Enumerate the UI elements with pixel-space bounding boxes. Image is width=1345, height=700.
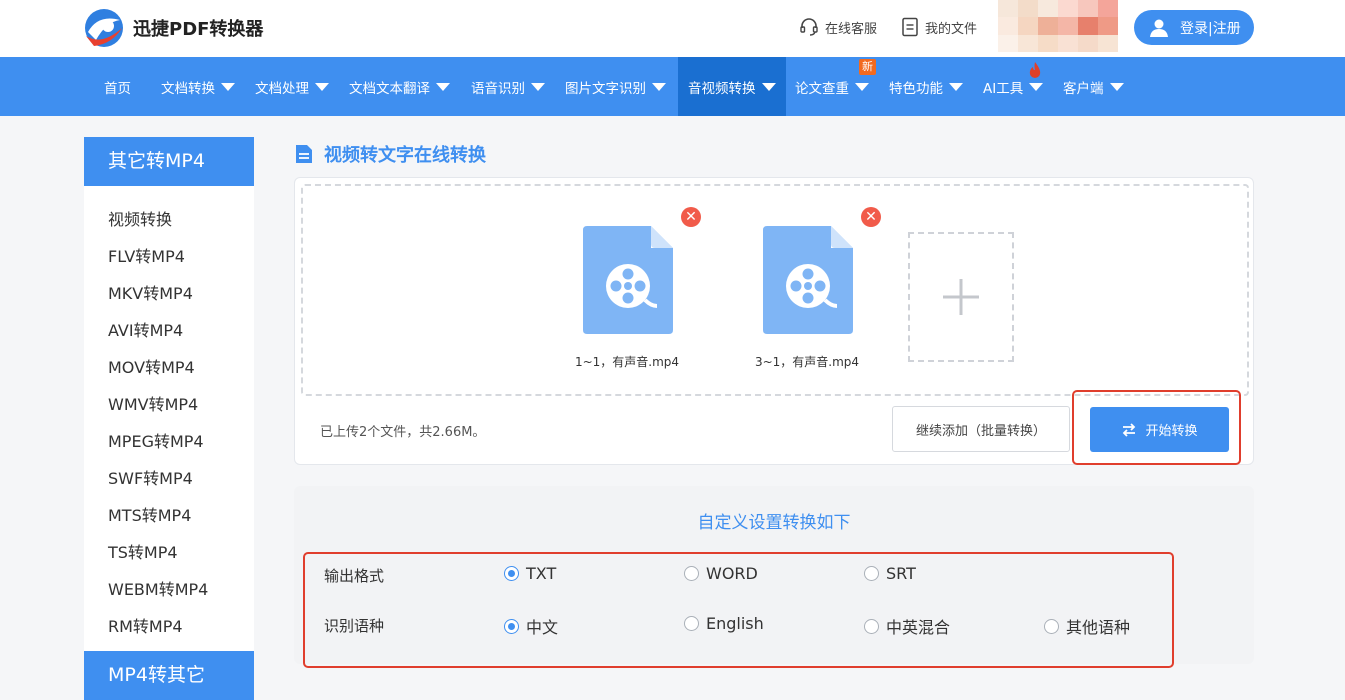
plus-icon [943,279,979,315]
nav-item-speech-recognition[interactable]: 语音识别 [471,57,545,116]
nav-item-label: 特色功能 [889,80,943,97]
delete-file-icon[interactable]: ✕ [681,207,701,227]
headset-icon [800,18,818,36]
add-file-button[interactable] [908,232,1014,362]
nav-item-label: AI工具 [983,80,1024,97]
nav-item-label: 文档处理 [255,80,309,97]
nav-item-featured[interactable]: 特色功能 [889,57,963,116]
file-card[interactable]: 1~1，有声音.mp4 [557,226,697,369]
file-name: 1~1，有声音.mp4 [574,355,680,369]
online-service-link[interactable]: 在线客服 [799,17,877,37]
sidebar-item-mpeg-mp4[interactable]: MPEG转MP4 [108,428,204,452]
highlight-box [303,552,1174,668]
video-file-icon [763,226,853,334]
upload-status: 已上传2个文件，共2.66M。 [320,425,486,440]
my-files-label: 我的文件 [925,21,978,37]
file-name: 3~1，有声音.mp4 [754,355,860,369]
nav-item-doc-translate[interactable]: 文档文本翻译 [349,57,450,116]
nav-item-label: 音视频转换 [688,80,756,97]
nav-item-home[interactable]: 首页 [104,57,131,116]
nav-item-label: 语音识别 [471,80,525,97]
sidebar-item-mts-mp4[interactable]: MTS转MP4 [108,502,191,526]
page-title-text: 视频转文字在线转换 [324,145,486,166]
document-icon [296,145,312,163]
caret-down-icon [761,82,776,91]
online-service-label: 在线客服 [825,21,878,37]
caret-down-icon [652,82,666,91]
fire-icon [1029,62,1041,78]
brand-logo-icon[interactable] [82,6,126,50]
sidebar-item-video-convert[interactable]: 视频转换 [108,206,172,230]
caret-down-icon [1109,82,1124,91]
sidebar-list: 视频转换 FLV转MP4 MKV转MP4 AVI转MP4 MOV转MP4 WMV… [84,186,254,651]
caret-down-icon [436,82,450,91]
caret-down-icon [221,82,235,91]
nav-item-plagiarism-check[interactable]: 论文查重 [795,57,869,116]
sidebar-heading: 其它转MP4 [84,137,254,186]
caret-down-icon [855,82,869,91]
sidebar-item-mkv-mp4[interactable]: MKV转MP4 [108,280,193,304]
settings-title: 自定义设置转换如下 [697,513,851,533]
nav-item-label: 首页 [104,80,131,97]
highlight-box [1072,390,1241,465]
new-badge: 新 [859,59,876,75]
nav-item-doc-process[interactable]: 文档处理 [255,57,329,116]
caret-down-icon [1029,82,1044,91]
my-files-link[interactable]: 我的文件 [901,17,977,37]
nav-item-label: 论文查重 [795,80,849,97]
nav-item-av-convert[interactable]: 音视频转换 [678,57,786,116]
sidebar-item-flv-mp4[interactable]: FLV转MP4 [108,243,185,267]
sidebar-item-rm-mp4[interactable]: RM转MP4 [108,613,183,637]
nav-item-label: 文档文本翻译 [349,80,430,97]
nav-item-label: 图片文字识别 [565,80,646,97]
caret-down-icon [949,82,963,91]
nav-item-doc-convert[interactable]: 文档转换 [161,57,235,116]
document-icon [902,17,918,37]
sidebar-item-webm-mp4[interactable]: WEBM转MP4 [108,576,208,600]
file-card[interactable]: 3~1，有声音.mp4 [737,226,877,369]
nav-item-client[interactable]: 客户端 [1063,57,1124,116]
main-nav: 首页 文档转换 文档处理 文档文本翻译 语音识别 图片文字识别 音视频转换 论文… [0,57,1345,116]
page-title: 视频转文字在线转换 [294,141,486,167]
user-icon [1150,19,1168,37]
video-file-icon [583,226,673,334]
nav-item-label: 文档转换 [161,80,215,97]
sidebar-item-avi-mp4[interactable]: AVI转MP4 [108,317,183,341]
nav-item-label: 客户端 [1063,80,1104,97]
sidebar-heading-mp4-to-other: MP4转其它 [84,651,254,700]
login-register-button[interactable]: 登录|注册 [1134,10,1254,45]
file-drop-zone[interactable]: 1~1，有声音.mp4 ✕ 3~1，有声音.mp4 ✕ [301,184,1249,396]
caret-down-icon [315,82,329,91]
sidebar-item-swf-mp4[interactable]: SWF转MP4 [108,465,193,489]
top-bar: 迅捷PDF转换器 在线客服 我的文件 登录|注册 [0,0,1345,57]
caret-down-icon [531,82,545,91]
blurred-ad-banner[interactable] [998,0,1118,52]
delete-file-icon[interactable]: ✕ [861,207,881,227]
continue-add-button[interactable]: 继续添加（批量转换） [892,406,1070,452]
login-register-label: 登录|注册 [1180,20,1241,37]
sidebar-item-ts-mp4[interactable]: TS转MP4 [108,539,178,563]
sidebar-item-mov-mp4[interactable]: MOV转MP4 [108,354,195,378]
brand-name[interactable]: 迅捷PDF转换器 [133,15,263,41]
nav-item-image-ocr[interactable]: 图片文字识别 [565,57,666,116]
sidebar-item-wmv-mp4[interactable]: WMV转MP4 [108,391,198,415]
